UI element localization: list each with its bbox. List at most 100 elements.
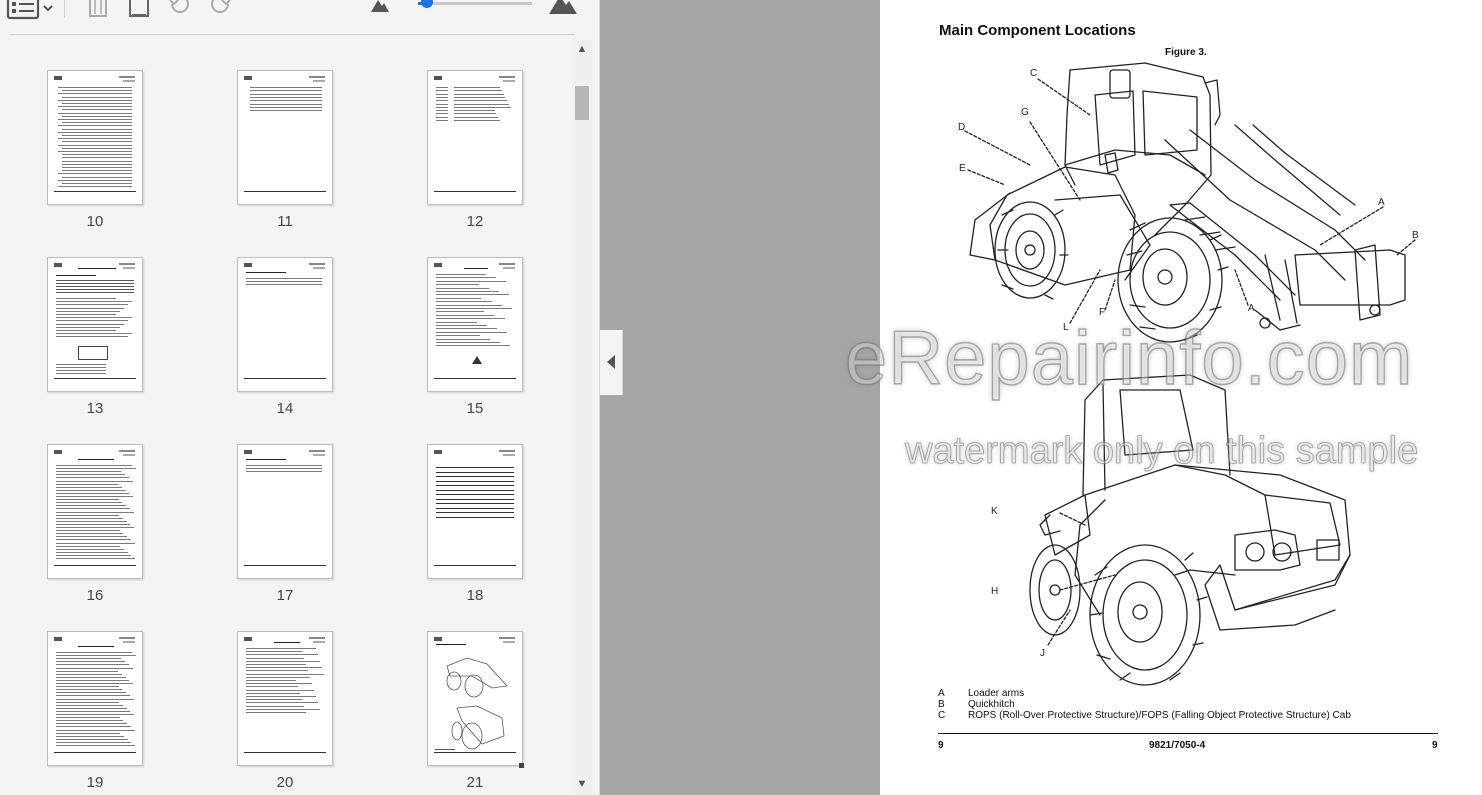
thumbnail-text-line (56, 679, 130, 681)
thumbnail-logo (54, 263, 62, 267)
footer-page-left: 9 (938, 740, 944, 751)
thumbnail-text-line (78, 646, 114, 647)
callout-e: E (959, 163, 966, 174)
page-thumbnail[interactable] (427, 631, 523, 766)
trash-icon[interactable] (86, 0, 110, 20)
chevron-left-icon (607, 355, 615, 369)
thumbnail-header-line (499, 450, 515, 452)
thumbnail-text-line (454, 100, 508, 102)
thumbnail-text-line (56, 661, 126, 663)
thumbnail-scrollbar[interactable]: ▲ ▼ (572, 40, 592, 795)
small-mountain-icon[interactable] (370, 0, 390, 20)
thumbnail-text-line (246, 708, 320, 710)
thumbnail-text-line (454, 120, 500, 121)
thumbnail-text-line (58, 112, 132, 114)
warning-icon (472, 356, 482, 364)
pdf-editor-window: 10 11 12 13 14 15 16 17 18 19 20 21 ▲ ▼ Main Compon… (0, 0, 1482, 795)
thumbnail-header-line (313, 454, 325, 456)
page-thumbnail[interactable] (47, 257, 143, 392)
thumbnail-text-line (56, 314, 116, 315)
callout-c: C (1030, 68, 1038, 79)
thumbnail-text-line (56, 745, 135, 746)
page-thumbnail[interactable] (237, 444, 333, 579)
thumbnail-text-line (56, 655, 136, 657)
thumbnail-page-number: 21 (466, 774, 484, 791)
thumbnail-text-line (436, 106, 448, 108)
thumbnail-text-line (56, 511, 134, 513)
thumbnail-text-line (62, 147, 132, 149)
thumbnail-text-line (436, 498, 514, 500)
thumbnail-text-line (436, 507, 514, 509)
resize-grip-icon[interactable] (519, 763, 524, 768)
page-thumbnail[interactable] (427, 70, 523, 205)
thumbnail-text-line (56, 301, 132, 303)
thumbnail-text-line (436, 342, 500, 343)
thumbnail-text-line (246, 699, 302, 701)
thumbnail-text-line (436, 277, 497, 279)
thumbnail-figure (78, 346, 108, 360)
zoom-slider[interactable] (418, 0, 532, 8)
thumbnail-logo (434, 450, 442, 454)
page-thumbnail[interactable] (427, 257, 523, 392)
thumbnail-text-line (436, 489, 514, 491)
thumbnail-text-line (246, 683, 312, 685)
thumbnail-text-line (56, 664, 129, 666)
thumbnail-page-number: 11 (277, 213, 293, 230)
collapse-panel-button[interactable] (600, 330, 623, 395)
large-mountain-icon[interactable] (548, 0, 578, 20)
thumbnail-header-line (309, 637, 325, 639)
insert-page-icon[interactable] (126, 0, 152, 20)
scroll-up-icon[interactable]: ▲ (575, 42, 589, 56)
thumbnail-footer-rule (54, 752, 136, 753)
thumbnail-text-line (246, 278, 322, 279)
thumbnail-text-line (436, 321, 477, 323)
thumbnail-text-line (250, 106, 322, 108)
thumbnail-text-line (56, 336, 128, 338)
page-thumbnail[interactable] (237, 257, 333, 392)
thumbnail-text-line (436, 284, 479, 286)
thumbnail-text-line (56, 286, 134, 287)
thumbnail-text-line (62, 141, 132, 143)
thumbnail-text-line (56, 701, 120, 703)
thumbnail-text-line (62, 90, 132, 92)
rotate-left-icon[interactable] (166, 0, 192, 20)
thumbnail-text-line (62, 96, 132, 98)
thumbnail-text-line (58, 131, 132, 133)
thumbnail-header-line (499, 637, 515, 639)
thumbnail-text-line (436, 476, 514, 477)
thumbnail-page-number: 12 (466, 213, 484, 230)
thumbnail-page-number: 19 (86, 774, 104, 791)
zoom-slider-thumb[interactable] (420, 0, 433, 8)
page-thumbnail[interactable] (237, 70, 333, 205)
callout-k: K (991, 506, 998, 517)
scroll-down-icon[interactable]: ▼ (575, 777, 589, 791)
scrollbar-thumb[interactable] (575, 85, 589, 120)
thumbnail-text-line (56, 545, 121, 547)
thumbnail-text-line (56, 499, 119, 501)
thumbnail-header-line (309, 263, 325, 265)
thumbnail-header-line (123, 267, 135, 269)
thumbnail-footer-rule (54, 378, 136, 379)
callout-a-lower: A (1248, 303, 1255, 314)
rotate-right-icon[interactable] (208, 0, 234, 20)
page-thumbnail[interactable] (47, 444, 143, 579)
legend-description: Quickhitch (968, 699, 1015, 710)
thumbnail-text-line (56, 310, 120, 312)
thumbnail-footer-rule (244, 752, 326, 753)
thumbnail-text-line (436, 314, 495, 316)
thumbnail-header-line (119, 450, 135, 452)
thumbnail-view-icon[interactable] (6, 0, 54, 20)
page-thumbnail[interactable] (47, 70, 143, 205)
thumbnail-text-line (436, 516, 514, 518)
page-thumbnail[interactable] (427, 444, 523, 579)
footer-rule (938, 733, 1438, 734)
thumbnail-text-line (56, 667, 133, 669)
thumbnail-text-line (56, 536, 128, 538)
thumbnail-text-line (56, 554, 132, 556)
thumbnail-text-line (246, 660, 320, 662)
thumbnail-text-line (56, 741, 132, 743)
legend-letter: C (938, 710, 946, 721)
thumbnail-text-line (464, 268, 488, 269)
page-thumbnail[interactable] (237, 631, 333, 766)
page-thumbnail[interactable] (47, 631, 143, 766)
